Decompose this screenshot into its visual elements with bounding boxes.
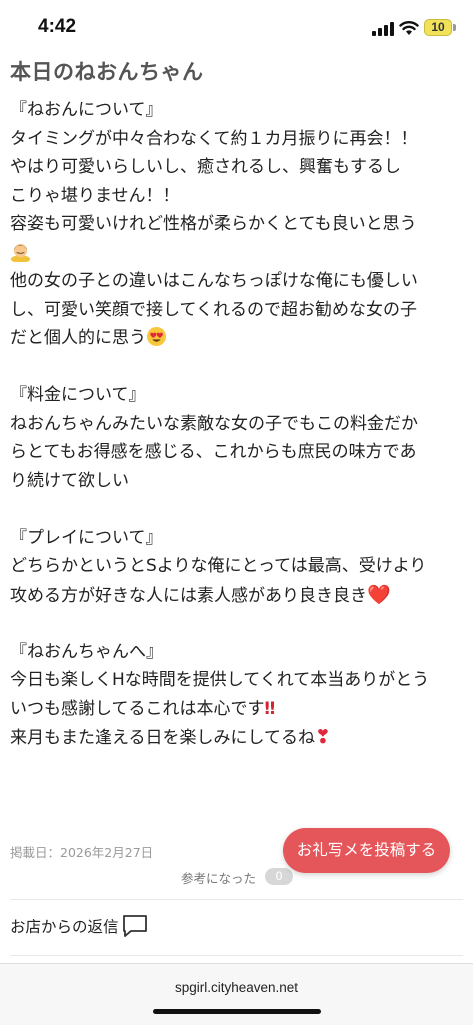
review-line: いつも感謝してるこれは本心です‼: [10, 695, 465, 724]
review-line: 『ねおんについて』: [10, 100, 163, 120]
review-line: 今日も楽しくHな時間を提供してくれて本当ありがとう: [10, 670, 430, 690]
review-line-text: いつも感謝してるこれは本心です: [10, 698, 265, 719]
review-line: やはり可愛いらしいし、癒されるし、興奮もするし: [10, 157, 401, 177]
review-body: 『ねおんについて』 タイミングが中々合わなくて約１カ月振りに再会！！ やはり可愛…: [10, 96, 465, 752]
review-line-text: 来月もまた逢える日を楽しみにしてるね: [10, 728, 315, 748]
status-bar: 4:42 10: [0, 0, 473, 52]
review-line: し、可愛い笑顔で接してくれるので超お勧めな女の子: [10, 299, 417, 320]
review-line-text: 攻める方が好きな人には素人感があり良き良き: [10, 585, 367, 606]
heart-eyes-emoji-icon: [146, 326, 167, 347]
heart-exclamation-icon: ❣: [314, 726, 331, 748]
review-line: 来月もまた逢える日を楽しみにしてるね❣: [10, 723, 465, 752]
page-title: 本日のねおんちゃん: [10, 60, 204, 84]
home-indicator: [153, 1009, 321, 1014]
review-line: らとてもお得感を感じる、これからも庶民の味方であ: [10, 442, 417, 462]
post-thank-you-photo-button[interactable]: お礼写メを投稿する: [283, 828, 450, 873]
divider: [10, 955, 463, 956]
review-line: タイミングが中々合わなくて約１カ月振りに再会！！: [10, 128, 418, 149]
status-time: 4:42: [38, 16, 77, 37]
helpful-label[interactable]: 参考になった: [181, 868, 256, 887]
review-line: ねおんちゃんみたいな素敵な女の子でもこの料金だか: [10, 413, 418, 434]
browser-address-bar[interactable]: spgirl.cityheaven.net: [0, 963, 473, 1025]
review-line: だと個人的に思う: [10, 324, 465, 353]
cellular-signal-icon: [372, 22, 394, 36]
review-line: どちらかというとSよりな俺にとっては最高、受けより: [10, 556, 427, 576]
battery-nub: [453, 24, 456, 31]
review-line: [10, 239, 465, 268]
speech-bubble-icon[interactable]: [122, 914, 148, 938]
posted-date: 掲載日：2026年2月27日: [10, 845, 154, 860]
review-line: 『料金について』: [10, 385, 146, 405]
review-line: り続けて欲しい: [10, 470, 129, 491]
review-line: 容姿も可愛いけれど性格が柔らかくとても良いと思う: [10, 214, 417, 234]
helpful-count-badge[interactable]: 0: [265, 868, 293, 885]
review-line-text: だと個人的に思う: [10, 328, 146, 348]
review-line: 『ねおんちゃんへ』: [10, 641, 163, 662]
review-line: 『プレイについて』: [10, 527, 163, 548]
review-line: こりゃ堪りません！！: [10, 185, 180, 206]
battery-icon: 10: [424, 19, 452, 36]
review-line: 攻める方が好きな人には素人感があり良き良き❤️: [10, 581, 465, 610]
divider: [10, 899, 463, 900]
double-exclamation-icon: ‼: [264, 698, 276, 719]
review-line: 他の女の子との違いはこんなちっぽけな俺にも優しい: [10, 271, 418, 291]
shop-reply-label[interactable]: お店からの返信: [10, 915, 119, 937]
wifi-icon: [399, 21, 419, 35]
person-bowing-icon: [10, 241, 31, 263]
url-text[interactable]: spgirl.cityheaven.net: [0, 980, 473, 995]
red-heart-icon: ❤️: [367, 583, 391, 606]
